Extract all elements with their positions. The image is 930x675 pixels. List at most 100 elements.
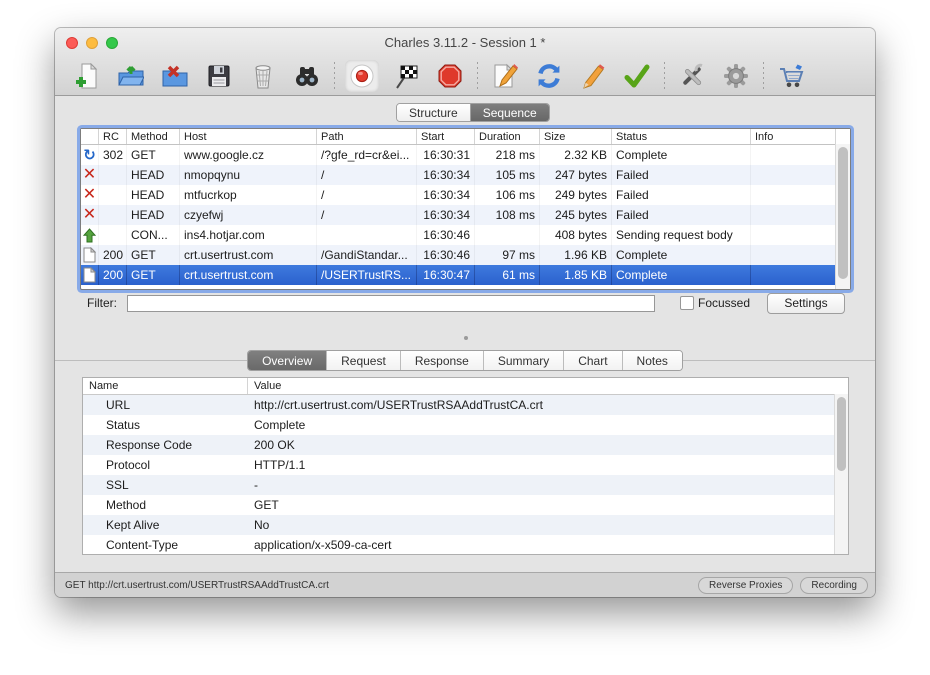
repeat-button[interactable]: [536, 63, 562, 89]
table-row[interactable]: ✕ HEAD nmopqynu / 16:30:34 105 ms 247 by…: [81, 165, 850, 185]
filter-row: Filter: Focussed Settings: [55, 292, 875, 314]
compose-icon: [492, 63, 518, 89]
overview-scrollbar-thumb[interactable]: [837, 397, 846, 471]
table-scrollbar-thumb[interactable]: [838, 147, 848, 279]
table-row[interactable]: ↻ 302 GET www.google.cz /?gfe_rd=cr&ei..…: [81, 145, 850, 165]
overview-row[interactable]: URL http://crt.usertrust.com/USERTrustRS…: [83, 395, 848, 415]
overview-table-header: Name Value: [83, 378, 848, 395]
edit-button[interactable]: [580, 63, 606, 89]
close-session-button[interactable]: [162, 63, 188, 89]
focussed-checkbox[interactable]: [680, 296, 694, 310]
save-session-button[interactable]: [206, 63, 232, 89]
cell-status: Complete: [612, 145, 751, 165]
overview-row[interactable]: Protocol HTTP/1.1: [83, 455, 848, 475]
column-header-info[interactable]: Info: [751, 129, 835, 144]
cell-start: 16:30:46: [417, 245, 475, 265]
tab-overview[interactable]: Overview: [248, 351, 327, 370]
compose-button[interactable]: [492, 63, 518, 89]
column-header-rc[interactable]: RC: [99, 129, 127, 144]
cell-rc: [99, 185, 127, 205]
toolbar-separator: [477, 62, 478, 90]
cell-rc: 302: [99, 145, 127, 165]
find-button[interactable]: [294, 63, 320, 89]
row-name: Content-Type: [106, 538, 179, 552]
filter-input[interactable]: [127, 294, 655, 312]
column-header-duration[interactable]: Duration: [475, 129, 540, 144]
open-session-button[interactable]: [118, 63, 144, 89]
breakpoints-button[interactable]: [437, 63, 463, 89]
cell-duration: [475, 225, 540, 245]
cell-rc: [99, 225, 127, 245]
table-row[interactable]: 200 GET crt.usertrust.com /GandiStandar.…: [81, 245, 850, 265]
clear-session-button[interactable]: [250, 63, 276, 89]
failed-icon: ✕: [82, 186, 97, 203]
column-header-method[interactable]: Method: [127, 129, 180, 144]
column-header-size[interactable]: Size: [540, 129, 612, 144]
overview-scrollbar[interactable]: [834, 394, 848, 554]
cell-size: 249 bytes: [540, 185, 612, 205]
column-header-icon[interactable]: [81, 129, 99, 144]
column-header-name[interactable]: Name: [83, 378, 248, 394]
table-scrollbar[interactable]: [835, 144, 850, 289]
sequence-table-header: RC Method Host Path Start Duration Size …: [81, 129, 850, 145]
cell-rc: [99, 205, 127, 225]
cell-size: 247 bytes: [540, 165, 612, 185]
table-row[interactable]: CON... ins4.hotjar.com 16:30:46 408 byte…: [81, 225, 850, 245]
titlebar: Charles 3.11.2 - Session 1 *: [55, 28, 875, 57]
toolbar-separator: [334, 62, 335, 90]
tab-structure[interactable]: Structure: [397, 104, 470, 121]
filter-settings-button[interactable]: Settings: [767, 292, 845, 314]
cell-host: ins4.hotjar.com: [180, 225, 317, 245]
splitter-handle[interactable]: [464, 336, 468, 340]
tab-sequence[interactable]: Sequence: [469, 104, 549, 121]
record-button[interactable]: [345, 60, 379, 92]
cell-status: Failed: [612, 165, 751, 185]
overview-row[interactable]: SSL -: [83, 475, 848, 495]
cell-host: crt.usertrust.com: [180, 265, 317, 285]
tab-summary[interactable]: Summary: [482, 351, 564, 370]
open-session-icon: [118, 63, 144, 89]
shop-button[interactable]: [778, 63, 804, 89]
stop-sign-icon: [437, 63, 463, 89]
overview-row[interactable]: Content-Type application/x-x509-ca-cert: [83, 535, 848, 554]
cell-rc: 200: [99, 265, 127, 285]
column-header-start[interactable]: Start: [417, 129, 475, 144]
cell-duration: 218 ms: [475, 145, 540, 165]
cell-path: /USERTrustRS...: [317, 265, 417, 285]
checkered-flag-icon: [393, 63, 419, 89]
tab-chart[interactable]: Chart: [563, 351, 622, 370]
column-header-status[interactable]: Status: [612, 129, 751, 144]
overview-row[interactable]: Method GET: [83, 495, 848, 515]
tools-button[interactable]: [679, 63, 705, 89]
settings-button[interactable]: [723, 63, 749, 89]
validate-button[interactable]: [624, 63, 650, 89]
column-header-value[interactable]: Value: [248, 378, 848, 394]
overview-row[interactable]: Status Complete: [83, 415, 848, 435]
cell-size: 408 bytes: [540, 225, 612, 245]
new-session-button[interactable]: [74, 63, 100, 89]
column-header-host[interactable]: Host: [180, 129, 317, 144]
row-name: Method: [106, 498, 147, 512]
column-header-path[interactable]: Path: [317, 129, 417, 144]
tab-request[interactable]: Request: [326, 351, 400, 370]
overview-row[interactable]: Response Code 200 OK: [83, 435, 848, 455]
new-session-icon: [74, 63, 100, 89]
table-row[interactable]: ✕ HEAD mtfucrkop / 16:30:34 106 ms 249 b…: [81, 185, 850, 205]
row-name: Status: [106, 418, 141, 432]
cell-method: GET: [127, 265, 180, 285]
cell-method: GET: [127, 145, 180, 165]
cell-status: Failed: [612, 185, 751, 205]
table-row[interactable]: ✕ HEAD czyefwj / 16:30:34 108 ms 245 byt…: [81, 205, 850, 225]
overview-row[interactable]: Kept Alive No: [83, 515, 848, 535]
sequence-table: RC Method Host Path Start Duration Size …: [80, 128, 851, 290]
cell-start: 16:30:34: [417, 165, 475, 185]
row-value: No: [254, 518, 270, 532]
tab-response[interactable]: Response: [399, 351, 483, 370]
row-value: http://crt.usertrust.com/USERTrustRSAAdd…: [254, 398, 543, 412]
cell-duration: 106 ms: [475, 185, 540, 205]
status-bar-text: GET http://crt.usertrust.com/USERTrustRS…: [65, 579, 329, 591]
cell-rc: 200: [99, 245, 127, 265]
tab-notes[interactable]: Notes: [621, 351, 682, 370]
table-row-selected[interactable]: 200 GET crt.usertrust.com /USERTrustRS..…: [81, 265, 850, 285]
throttle-button[interactable]: [393, 63, 419, 89]
